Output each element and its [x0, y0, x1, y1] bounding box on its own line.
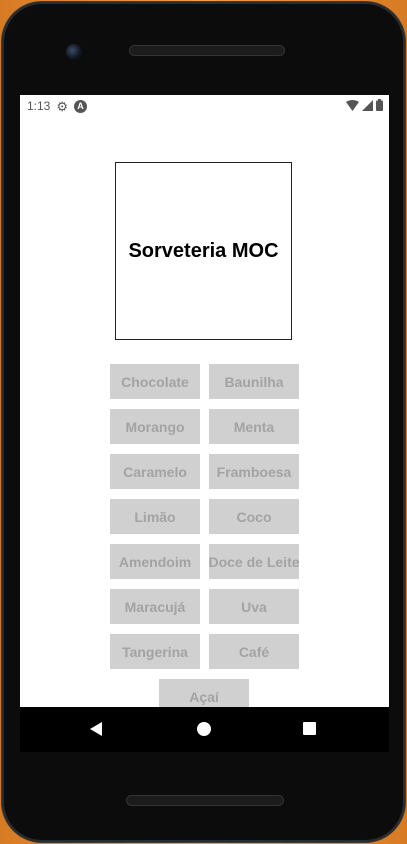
- flavor-button-caramelo[interactable]: Caramelo: [110, 454, 200, 489]
- flavor-button-coco[interactable]: Coco: [209, 499, 299, 534]
- flavor-button-limao[interactable]: Limão: [110, 499, 200, 534]
- flavor-button-menta[interactable]: Menta: [209, 409, 299, 444]
- flavor-button-chocolate[interactable]: Chocolate: [110, 364, 200, 399]
- wifi-icon: [346, 99, 359, 111]
- flavor-button-doce-de-leite[interactable]: Doce de Leite: [209, 544, 299, 579]
- flavor-button-framboesa[interactable]: Framboesa: [209, 454, 299, 489]
- status-time: 1:13: [27, 99, 51, 113]
- navigation-bar: [20, 707, 389, 752]
- flavor-button-tangerina[interactable]: Tangerina: [110, 634, 200, 669]
- flavor-button-amendoim[interactable]: Amendoim: [110, 544, 200, 579]
- speaker-grille-top: [129, 45, 285, 56]
- app-title: Sorveteria MOC: [128, 239, 279, 262]
- flavor-button-cafe[interactable]: Café: [209, 634, 299, 669]
- home-icon[interactable]: [197, 722, 211, 736]
- recents-icon[interactable]: [303, 722, 316, 735]
- speaker-grille-bottom: [126, 795, 284, 806]
- app-title-box: Sorveteria MOC: [115, 162, 292, 340]
- app-screen: 1:13 ⚙ A Sorveteria MOC Chocolate Baunil…: [20, 95, 389, 750]
- battery-icon: [376, 99, 383, 111]
- flavor-button-morango[interactable]: Morango: [110, 409, 200, 444]
- signal-icon: [362, 99, 373, 111]
- android-icon: A: [74, 99, 88, 113]
- status-bar: 1:13 ⚙ A: [20, 95, 389, 117]
- flavor-button-uva[interactable]: Uva: [209, 589, 299, 624]
- back-icon[interactable]: [90, 722, 102, 736]
- settings-icon: ⚙: [56, 98, 69, 114]
- status-right-icons: [346, 99, 383, 111]
- flavor-button-baunilha[interactable]: Baunilha: [209, 364, 299, 399]
- flavor-button-maracuja[interactable]: Maracujá: [110, 589, 200, 624]
- camera-icon: [66, 44, 82, 60]
